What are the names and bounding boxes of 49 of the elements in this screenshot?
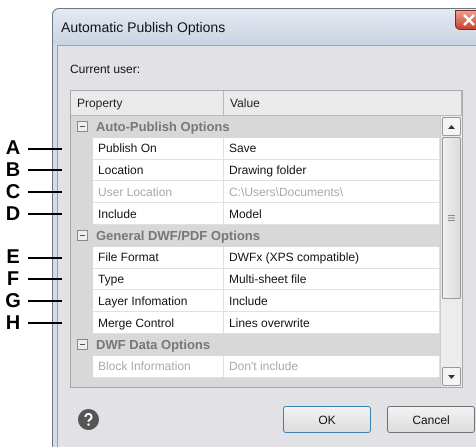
leader-line	[28, 148, 62, 150]
down-arrow-icon[interactable]	[448, 374, 455, 378]
collapse-icon[interactable]	[77, 339, 88, 350]
property-value[interactable]: Save	[224, 138, 440, 160]
property-name[interactable]: Layer Infomation	[93, 290, 224, 312]
callout-letter: E	[5, 246, 21, 270]
question-mark-icon	[84, 413, 93, 426]
leader-line	[28, 300, 62, 302]
leader-line	[28, 256, 62, 259]
property-value[interactable]: Drawing folder	[224, 160, 440, 182]
property-name[interactable]: Include	[93, 203, 224, 225]
leader-line	[28, 169, 62, 172]
category-label: Auto-Publish Options	[96, 119, 230, 134]
current-user-label: Current user:	[70, 62, 142, 76]
property-name[interactable]: Publish On	[93, 138, 224, 160]
callout-letter: F	[6, 268, 20, 291]
property-value[interactable]: Multi-sheet file	[224, 268, 440, 290]
column-header[interactable]: Property	[71, 91, 224, 115]
collapse-icon[interactable]	[77, 230, 88, 242]
callout-letter: C	[4, 180, 22, 204]
leader-line	[28, 213, 62, 216]
property-value[interactable]: DWFx (XPS compatible)	[224, 246, 440, 269]
help-button[interactable]	[78, 409, 99, 430]
window-title: Automatic Publish Options	[61, 19, 226, 35]
callout-letter: B	[4, 159, 22, 182]
category-label: DWF Data Options	[96, 337, 210, 352]
leader-line	[28, 322, 62, 324]
callout-letter: H	[4, 312, 22, 335]
category-label: General DWF/PDF Options	[96, 228, 260, 244]
close-icon	[462, 14, 476, 26]
scrollbar[interactable]	[440, 116, 462, 387]
property-name[interactable]: Merge Control	[93, 312, 224, 334]
grip-icon[interactable]	[448, 215, 455, 221]
column-header[interactable]: Value	[224, 91, 462, 115]
leader-line	[28, 278, 62, 280]
callout-letter: A	[4, 137, 22, 160]
collapse-icon[interactable]	[77, 121, 88, 132]
callout-letter: D	[4, 202, 22, 226]
property-value[interactable]: Model	[224, 203, 440, 225]
leader-line	[28, 191, 62, 194]
up-arrow-icon[interactable]	[448, 124, 455, 128]
property-value[interactable]: Include	[224, 290, 440, 312]
cancel-button[interactable]: Cancel	[387, 406, 475, 433]
property-value[interactable]: Lines overwrite	[224, 312, 440, 334]
callout-letter: G	[4, 290, 22, 313]
property-name[interactable]: Location	[93, 160, 224, 182]
property-name[interactable]: File Format	[93, 246, 224, 269]
ok-button[interactable]: OK	[283, 406, 371, 433]
property-name[interactable]: Type	[93, 268, 224, 290]
